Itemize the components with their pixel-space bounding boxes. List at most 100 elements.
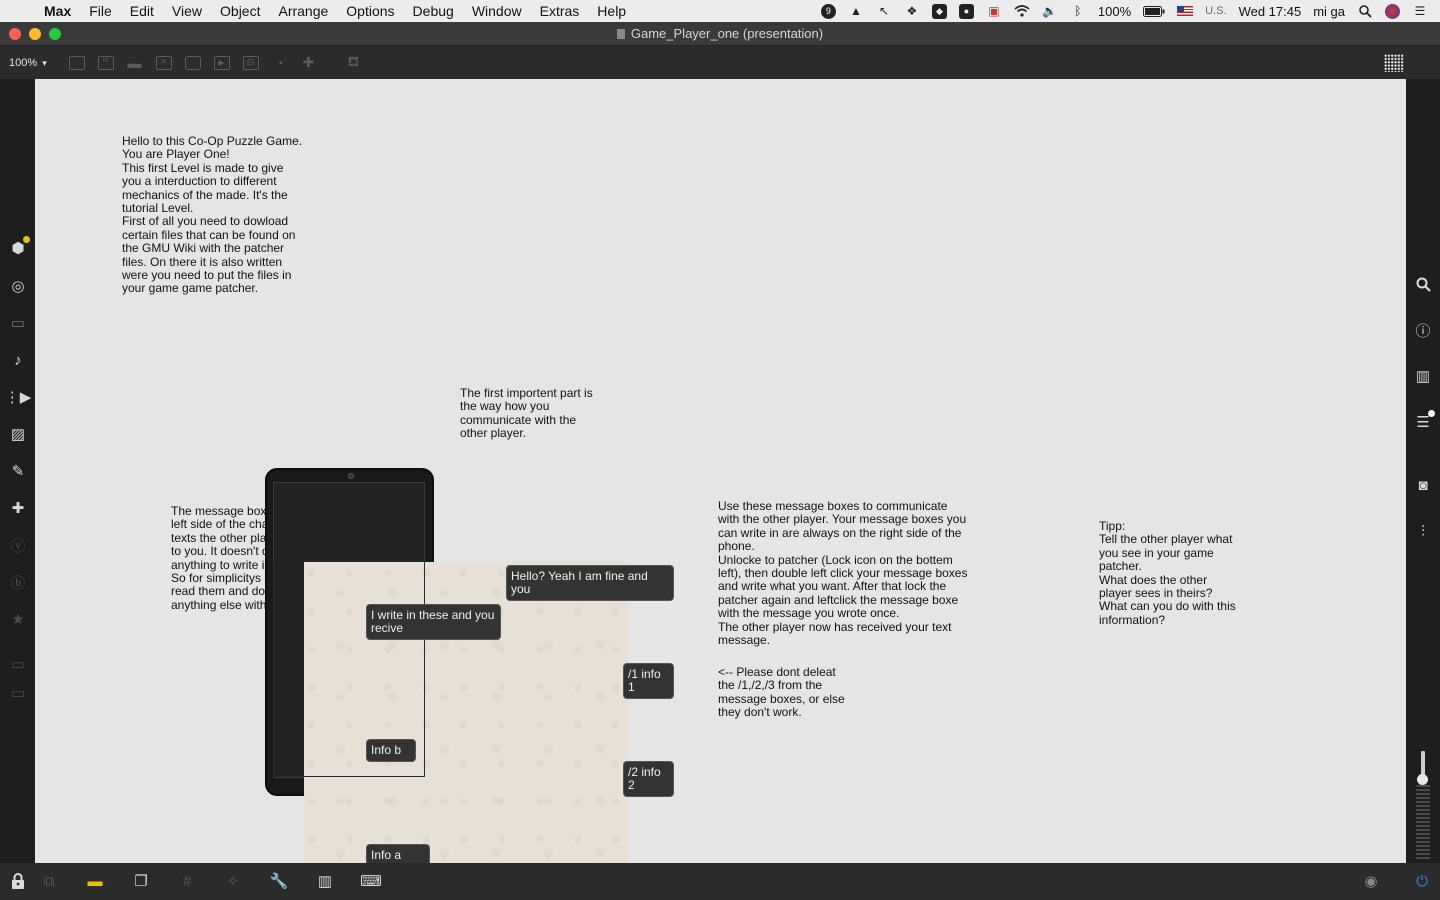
button-object-icon[interactable] [178,52,207,74]
keyboard-icon[interactable]: ⌨ [360,871,382,891]
menu-window[interactable]: Window [463,0,531,22]
siri-icon[interactable] [1385,3,1400,19]
patchers-icon[interactable]: ▭ [8,313,28,333]
music-note-icon[interactable]: ♪ [8,350,28,370]
slider-object-icon[interactable]: ⊟ [236,52,265,74]
menu-max[interactable]: Max [34,0,80,22]
reference-book-icon[interactable]: ▥ [1413,366,1433,386]
menu-object[interactable]: Object [211,0,269,22]
menu-view[interactable]: View [163,0,211,22]
image-icon[interactable]: ▨ [8,424,28,444]
new-object-icon[interactable] [62,52,91,74]
notification-badge-icon[interactable]: 9 [820,3,836,19]
user-name[interactable]: mi ga [1313,4,1345,19]
wifi-icon[interactable] [1014,4,1030,18]
notification-center-icon[interactable]: ☰ [1412,4,1428,18]
search-icon[interactable] [1413,274,1433,294]
paperclip-icon[interactable]: ✎ [8,461,28,481]
message-box-info1[interactable]: /1 info 1 [623,663,674,699]
drive-icon[interactable]: ▲ [848,4,864,18]
dial-object-icon[interactable]: ◔ [265,52,294,74]
app-tray-icon[interactable]: ◆ [931,3,947,19]
patcher-toolbar: 100% ▾ m ▬ × ▶ ⊟ ◔ ✚ ⛾ [0,46,1440,79]
monitor-icon[interactable]: ▣ [986,4,1002,18]
message-box-reply[interactable]: Hello? Yeah I am fine and you [506,565,674,601]
window-controls [9,28,61,40]
instructions-comment: Use these message boxes to communicate w… [718,499,968,648]
menu-bar: Max File Edit View Object Arrange Option… [0,0,1440,22]
spotlight-search-icon[interactable] [1357,4,1373,18]
presentation-grid-icon[interactable] [1384,54,1404,72]
windows-icon[interactable]: ❐ [131,871,151,891]
flag-us-icon[interactable] [1177,6,1194,16]
bluetooth-icon[interactable]: ᛒ [1070,4,1086,18]
volume-icon[interactable]: 🔉 [1042,4,1058,18]
message-box-write-hint[interactable]: I write in these and you recive [366,604,501,640]
lock-icon[interactable] [8,871,28,891]
minimize-window-button[interactable] [29,28,41,40]
cursor-icon[interactable]: ↖ [876,4,892,18]
wrench-icon[interactable]: 🔧 [269,871,289,891]
plugin-icon[interactable]: ✚ [8,498,28,518]
v-icon[interactable]: ⓥ [8,535,28,555]
phone-camera [348,473,354,479]
message-box-icon[interactable]: m [91,52,120,74]
battery-percent: 100% [1097,3,1132,19]
warning-comment: <-- Please dont deleat the /1,/2,/3 from… [718,665,845,720]
volume-thumb[interactable] [1417,774,1428,785]
media-sequence-icon[interactable]: ⋮▶ [5,387,32,407]
comment-icon[interactable]: ▬ [120,52,149,74]
auto-align-icon[interactable]: ✧ [223,871,243,891]
audio-power-icon[interactable]: ⏻ [1412,871,1432,891]
menu-options[interactable]: Options [337,0,403,22]
grid-icon[interactable]: # [177,871,197,891]
packages-icon[interactable]: ⬢ [8,236,30,258]
clock[interactable]: Wed 17:45 [1239,4,1302,19]
b-icon[interactable]: ⓑ [8,572,28,592]
star-icon[interactable]: ★ [8,609,28,629]
snapshot-camera-icon[interactable]: ◙ [1413,475,1433,495]
comment-bubble-icon[interactable]: ▬ [85,871,105,891]
waveform-icon[interactable]: ▭ [8,654,28,674]
chevron-down-icon: ▾ [42,57,47,68]
window-title: Game_Player_one (presentation) [630,26,824,41]
play-transport-icon[interactable]: ◉ [1361,871,1381,891]
piano-keys-icon[interactable]: ▥ [315,871,335,891]
dropbox-icon[interactable]: ❖ [904,4,920,18]
bottom-toolbar: ⧉ ▬ ❐ # ✧ 🔧 ▥ ⌨ ◉ ⏻ [0,863,1440,900]
target-icon[interactable]: ◎ [8,276,28,296]
add-object-icon[interactable]: ✚ [294,52,323,74]
close-window-button[interactable] [9,28,21,40]
menu-edit[interactable]: Edit [121,0,163,22]
app-tray-icon-2[interactable]: ● [958,3,974,19]
window-title-bar: Game_Player_one (presentation) [0,22,1440,46]
zoom-window-button[interactable] [49,28,61,40]
presentation-canvas[interactable]: Hello to this Co-Op Puzzle Game. You are… [35,79,1406,863]
mixer-sliders-icon[interactable]: ⫶ [1413,521,1433,541]
status-tray: 9 ▲ ↖ ❖ ◆ ● ▣ 🔉 ᛒ 100% U.S. Wed 17:45 mi… [820,0,1440,22]
input-source-label[interactable]: U.S. [1205,5,1226,17]
document-icon [616,28,625,39]
tip-comment: Tipp: Tell the other player what you see… [1099,519,1236,627]
menu-arrange[interactable]: Arrange [269,0,337,22]
paint-bucket-icon[interactable]: ⛾ [339,52,368,74]
level-meter [1416,785,1430,859]
message-box-info2[interactable]: /2 info 2 [623,761,674,797]
message-box-info-a[interactable]: Info a [366,844,430,863]
zoom-level: 100% [9,56,38,69]
message-box-info-b[interactable]: Info b [366,739,416,762]
menu-help[interactable]: Help [588,0,635,22]
volume-slider[interactable] [1413,751,1433,859]
battery-icon[interactable] [1143,4,1165,18]
list-icon[interactable]: ☰ [1413,410,1435,432]
important-comment: The first importent part is the way how … [460,386,593,441]
loop-icon[interactable]: ▭ [8,683,28,703]
menu-debug[interactable]: Debug [404,0,463,22]
toggle-icon[interactable]: × [149,52,178,74]
zoom-menu[interactable]: 100% ▾ [0,57,62,69]
play-object-icon[interactable]: ▶ [207,52,236,74]
info-icon[interactable]: ⓘ [1413,320,1433,340]
presentation-mode-icon[interactable]: ⧉ [39,871,59,891]
menu-extras[interactable]: Extras [531,0,589,22]
menu-file[interactable]: File [80,0,121,22]
